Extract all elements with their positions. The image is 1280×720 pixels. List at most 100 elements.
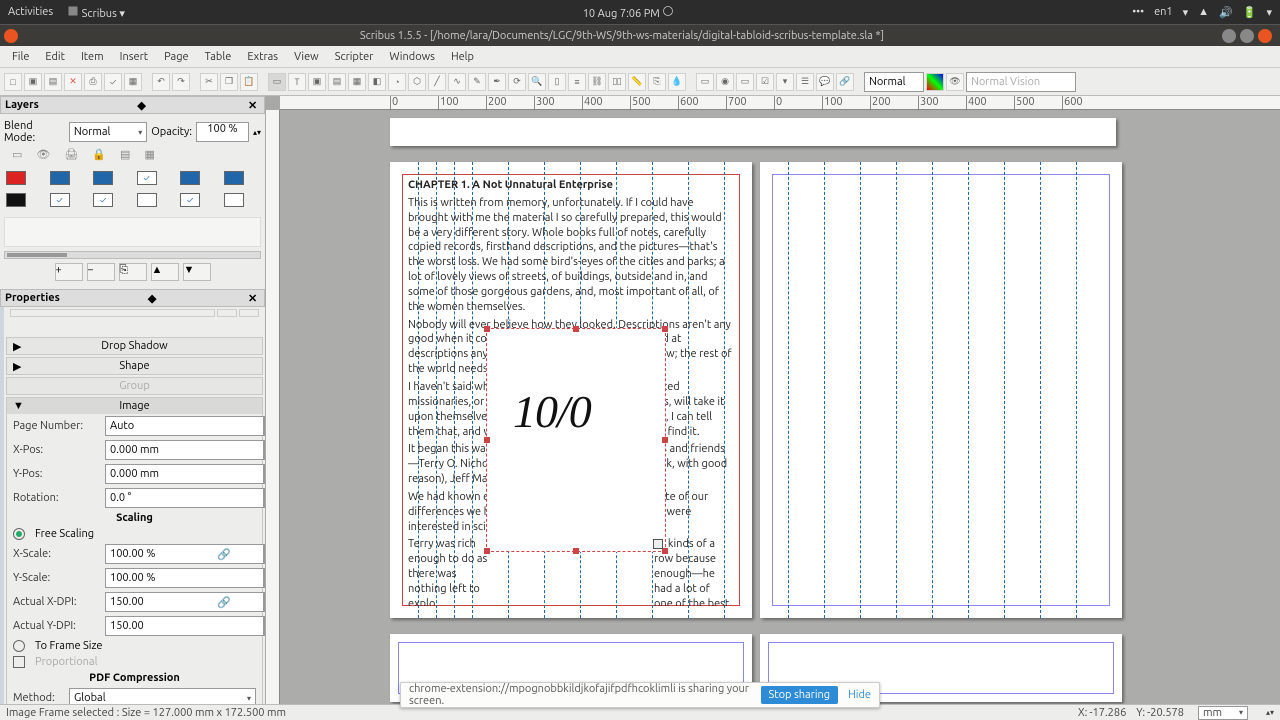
window-close-button[interactable] <box>4 29 18 43</box>
document-canvas[interactable]: CHAPTER 1. A Not Unnatural Enterprise Th… <box>280 110 1280 704</box>
freehand-tool-icon[interactable]: ✎ <box>468 73 486 91</box>
table-tool-icon[interactable]: ▦ <box>348 73 366 91</box>
layers-close-icon[interactable]: ✕ <box>248 99 260 111</box>
volume-icon[interactable]: 🔊 <box>1219 6 1233 19</box>
stop-sharing-button[interactable]: Stop sharing <box>761 686 839 704</box>
ypos-input[interactable]: ▴▾ <box>105 464 265 484</box>
print-icon[interactable]: ⎙ <box>84 73 102 91</box>
blend-mode-select[interactable]: Normal <box>69 122 147 142</box>
preview-mode-select[interactable]: Normal <box>864 72 924 92</box>
pdf-combo-icon[interactable]: ▾ <box>776 73 794 91</box>
to-frame-radio[interactable] <box>13 640 25 652</box>
pdf-radio-icon[interactable]: ◉ <box>716 73 734 91</box>
paste-icon[interactable]: 📋 <box>240 73 258 91</box>
yscale-input[interactable]: ▴▾ <box>105 568 205 588</box>
cms-toggle-icon[interactable] <box>926 73 944 91</box>
page-left[interactable]: CHAPTER 1. A Not Unnatural Enterprise Th… <box>390 162 752 618</box>
unit-select[interactable]: mm <box>1198 706 1248 720</box>
ruler-vertical[interactable] <box>266 110 280 704</box>
clock[interactable]: 10 Aug 7:06 PM <box>125 5 1132 20</box>
menu-item[interactable]: Item <box>73 49 112 65</box>
redo-icon[interactable]: ↷ <box>172 73 190 91</box>
selected-image-frame[interactable]: 10/0 <box>486 328 666 552</box>
line-tool-icon[interactable]: ╱ <box>428 73 446 91</box>
edit-content-icon[interactable]: ▯ <box>548 73 566 91</box>
new-icon[interactable]: □ <box>4 73 22 91</box>
hide-sharing-button[interactable]: Hide <box>848 689 871 701</box>
pdf-button-icon[interactable]: ▭ <box>696 73 714 91</box>
method-select[interactable]: Global <box>69 688 256 704</box>
lang-indicator[interactable]: en1 <box>1154 6 1173 18</box>
eyedropper-icon[interactable]: 💧 <box>668 73 686 91</box>
copy-icon[interactable]: ❐ <box>220 73 238 91</box>
polygon-tool-icon[interactable]: ⬡ <box>408 73 426 91</box>
dpi-link-icon[interactable]: 🔗 <box>217 596 231 609</box>
scale-link-icon[interactable]: 🔗 <box>217 548 231 561</box>
power-icon[interactable]: ▾ <box>1266 6 1272 19</box>
menu-page[interactable]: Page <box>156 49 197 65</box>
layers-shade-icon[interactable]: ◆ <box>137 99 149 111</box>
rotation-input[interactable]: ▴▾ <box>105 488 265 508</box>
xscale-input[interactable]: ▴▾ <box>105 544 205 564</box>
xdpi-input[interactable]: ▴▾ <box>105 592 205 612</box>
measure-tool-icon[interactable]: 📏 <box>628 73 646 91</box>
section-drop-shadow[interactable]: ▶Drop Shadow <box>7 338 262 354</box>
calligraphy-tool-icon[interactable]: ✒ <box>488 73 506 91</box>
pdf-text-icon[interactable]: ▭ <box>736 73 754 91</box>
page-right[interactable] <box>760 162 1122 618</box>
arc-tool-icon[interactable]: ◔ <box>388 73 406 91</box>
zoom-tool-icon[interactable]: 🔍 <box>528 73 546 91</box>
undo-icon[interactable]: ↶ <box>152 73 170 91</box>
bezier-tool-icon[interactable]: ∿ <box>448 73 466 91</box>
unlink-frames-icon[interactable]: ⛓̷ <box>608 73 626 91</box>
ydpi-input[interactable]: ▴▾ <box>105 616 205 636</box>
menu-windows[interactable]: Windows <box>381 49 443 65</box>
menu-table[interactable]: Table <box>197 49 240 65</box>
save-icon[interactable]: ▤ <box>44 73 62 91</box>
rotate-tool-icon[interactable]: ⟳ <box>508 73 526 91</box>
network-icon[interactable]: ▲ <box>1198 6 1209 18</box>
properties-panel-header[interactable]: Properties ◆ ✕ <box>0 289 265 307</box>
menu-edit[interactable]: Edit <box>37 49 73 65</box>
select-tool-icon[interactable]: ▭ <box>268 73 286 91</box>
link-frames-icon[interactable]: ⛓ <box>588 73 606 91</box>
preflight-icon[interactable]: ✓ <box>104 73 122 91</box>
render-frame-icon[interactable]: ▤ <box>328 73 346 91</box>
shape-tool-icon[interactable]: ◧ <box>368 73 386 91</box>
ruler-horizontal[interactable]: 0 100 200 300 400 500 600 700 0 100 200 … <box>280 96 1280 110</box>
xpos-input[interactable]: ▴▾ <box>105 440 265 460</box>
pdf-list-icon[interactable]: ☰ <box>796 73 814 91</box>
status-spin-icon[interactable]: ▴▾ <box>1266 708 1274 717</box>
text-frame-icon[interactable]: T <box>288 73 306 91</box>
battery-icon[interactable]: 🔋 <box>1243 6 1257 19</box>
properties-shade-icon[interactable]: ◆ <box>148 292 160 304</box>
menu-file[interactable]: File <box>4 49 37 65</box>
close-icon[interactable]: ✕ <box>64 73 82 91</box>
activities-button[interactable]: Activities <box>8 6 53 18</box>
layer-remove-button[interactable]: − <box>87 263 115 281</box>
properties-close-icon[interactable]: ✕ <box>248 292 260 304</box>
preview-icon[interactable]: 👁 <box>946 73 964 91</box>
layer-dup-button[interactable]: ⎘ <box>119 263 147 281</box>
image-frame-icon[interactable]: ▣ <box>308 73 326 91</box>
menu-help[interactable]: Help <box>443 49 482 65</box>
story-editor-icon[interactable]: ≡ <box>568 73 586 91</box>
opacity-input[interactable]: 100 % <box>196 122 249 142</box>
pdf-link-icon[interactable]: 🔗 <box>836 73 854 91</box>
frame-overflow-icon[interactable] <box>653 539 663 549</box>
window-minimize-button[interactable] <box>1222 29 1236 43</box>
pdf-annot-icon[interactable]: 💬 <box>816 73 834 91</box>
window-maximize-button[interactable] <box>1240 29 1254 43</box>
section-shape[interactable]: ▶Shape <box>7 358 262 374</box>
opacity-spin-icon[interactable]: ▴▾ <box>253 128 261 137</box>
layers-panel-header[interactable]: Layers ◆ ✕ <box>0 96 265 114</box>
cut-icon[interactable]: ✂ <box>200 73 218 91</box>
open-icon[interactable]: ▣ <box>24 73 42 91</box>
layer-up-button[interactable]: ▲ <box>151 263 179 281</box>
section-image[interactable]: ▼Image <box>7 398 262 414</box>
layer-down-button[interactable]: ▼ <box>183 263 211 281</box>
menu-scripter[interactable]: Scripter <box>327 49 382 65</box>
layer-add-button[interactable]: + <box>55 263 83 281</box>
free-scaling-radio[interactable] <box>13 528 25 540</box>
page-number-input[interactable]: ▴▾ <box>105 416 265 436</box>
